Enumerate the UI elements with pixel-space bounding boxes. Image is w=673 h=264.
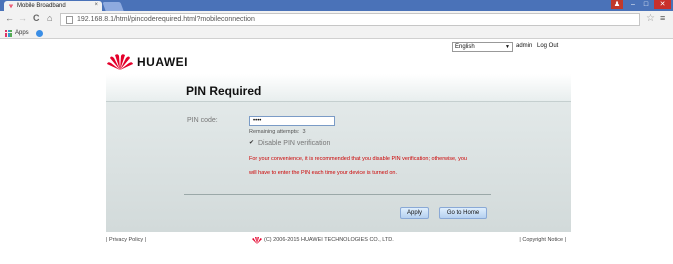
pin-code-input[interactable]: •••• xyxy=(249,116,335,126)
forward-arrow-icon[interactable]: → xyxy=(18,13,27,23)
apps-label[interactable]: Apps xyxy=(15,30,29,36)
browser-titlebar: Mobile Broadband × ♟ – □ ✕ xyxy=(0,0,673,11)
close-window-icon[interactable]: ✕ xyxy=(654,0,671,9)
brand-name: HUAWEI xyxy=(137,55,188,69)
maximize-icon[interactable]: □ xyxy=(640,0,652,9)
remaining-attempts-count: 3 xyxy=(302,129,306,135)
huawei-favicon-icon xyxy=(8,4,13,9)
back-arrow-icon[interactable]: ← xyxy=(5,13,14,23)
minimize-icon[interactable]: – xyxy=(627,0,639,9)
remaining-attempts-label: Remaining attempts: xyxy=(249,129,300,135)
go-to-home-button[interactable]: Go to Home xyxy=(439,207,487,219)
footer: | Privacy Policy | (C) 2006-2015 HUAWEI … xyxy=(106,236,571,248)
privacy-policy-link[interactable]: | Privacy Policy | xyxy=(106,237,146,243)
apply-button[interactable]: Apply xyxy=(400,207,429,219)
home-icon[interactable]: ⌂ xyxy=(47,13,52,23)
bookmark-globe-icon[interactable] xyxy=(36,30,43,37)
page-icon xyxy=(66,16,73,24)
bookmark-star-icon[interactable]: ☆ xyxy=(646,13,655,24)
address-bar[interactable]: 192.168.8.1/html/pincoderequired.html?mo… xyxy=(60,13,640,26)
profile-icon[interactable]: ♟ xyxy=(611,0,623,9)
disable-pin-checkbox[interactable]: ✔ xyxy=(249,140,255,146)
panel-header: PIN Required xyxy=(106,74,571,102)
pin-panel: PIN Required PIN code: •••• Remaining at… xyxy=(106,74,571,232)
logout-link[interactable]: Log Out xyxy=(537,43,558,49)
pin-code-label: PIN code: xyxy=(187,117,218,124)
copyright-notice-link[interactable]: | Copyright Notice | xyxy=(519,237,566,243)
warning-text-line1: For your convenience, it is recommended … xyxy=(249,156,467,162)
address-text: 192.168.8.1/html/pincoderequired.html?mo… xyxy=(77,16,255,23)
user-label: admin xyxy=(516,43,533,49)
dropdown-arrow-icon: ▼ xyxy=(505,44,510,50)
tab-close-icon[interactable]: × xyxy=(94,2,98,8)
remaining-attempts: Remaining attempts: 3 xyxy=(249,129,306,135)
browser-toolbar: ← → C ⌂ 192.168.8.1/html/pincoderequired… xyxy=(0,11,673,28)
language-selected: English xyxy=(455,44,475,50)
bookmarks-bar: Apps xyxy=(0,28,673,39)
tab-title: Mobile Broadband xyxy=(17,3,66,9)
huawei-logo: HUAWEI xyxy=(106,52,196,72)
disable-pin-label[interactable]: Disable PIN verification xyxy=(258,140,330,147)
browser-tab[interactable]: Mobile Broadband × xyxy=(4,1,102,11)
huawei-flower-icon xyxy=(107,54,133,70)
page-content: HUAWEI English ▼ admin Log Out PIN Requi… xyxy=(0,40,673,264)
huawei-footer-icon xyxy=(252,237,262,244)
reload-icon[interactable]: C xyxy=(33,13,40,23)
language-select[interactable]: English ▼ xyxy=(452,42,513,52)
apps-grid-icon[interactable] xyxy=(5,30,12,37)
divider xyxy=(184,194,491,195)
copyright-text: (C) 2006-2015 HUAWEI TECHNOLOGIES CO., L… xyxy=(264,237,394,243)
page-title: PIN Required xyxy=(186,84,262,98)
warning-text-line2: will have to enter the PIN each time you… xyxy=(249,170,397,176)
new-tab-button[interactable] xyxy=(102,2,124,11)
chrome-menu-icon[interactable]: ≡ xyxy=(660,13,665,23)
